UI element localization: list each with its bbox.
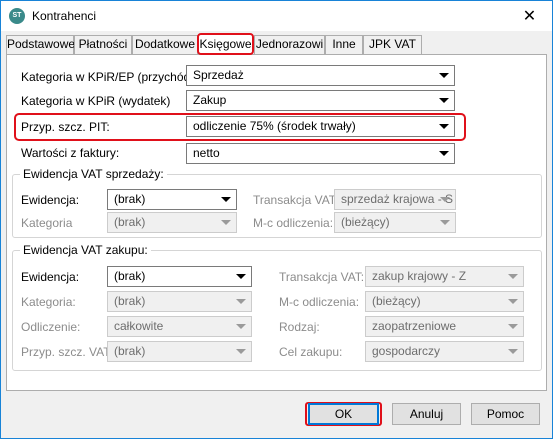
vat-purchase-cel-select[interactable]: gospodarczy <box>365 341 524 362</box>
kpir-revenue-select[interactable]: Sprzedaż <box>186 65 455 86</box>
tab-podstawowe[interactable]: Podstawowe <box>6 35 75 54</box>
kontrahenci-window: ST Kontrahenci ✕ Podstawowe Płatności Do… <box>0 0 553 439</box>
vat-sales-title: Ewidencja VAT sprzedaży: <box>20 167 167 181</box>
chevron-down-icon <box>508 324 518 329</box>
invoice-values-value: netto <box>193 146 220 160</box>
chevron-down-icon <box>221 220 231 225</box>
vat-sales-transakcja-select[interactable]: sprzedaż krajowa - S <box>334 189 456 210</box>
vat-purchase-ewidencja-value: (brak) <box>114 269 146 283</box>
kpir-expense-label: Kategoria w KPiR (wydatek) <box>21 94 171 108</box>
vat-purchase-kategoria-label: Kategoria: <box>21 295 76 309</box>
kpir-expense-select[interactable]: Zakup <box>186 90 455 111</box>
title-bar: ST Kontrahenci ✕ <box>1 1 552 31</box>
vat-purchase-przyp-select[interactable]: (brak) <box>107 341 252 362</box>
vat-purchase-kategoria-select[interactable]: (brak) <box>107 291 252 312</box>
chevron-down-icon <box>440 220 450 225</box>
vat-purchase-ewidencja-label: Ewidencja: <box>21 270 80 284</box>
tab-ksiegowe[interactable]: Księgowe <box>197 33 254 55</box>
vat-purchase-przyp-label: Przyp. szcz. VAT: <box>21 345 113 359</box>
help-button[interactable]: Pomoc <box>471 403 540 425</box>
vat-sales-ewidencja-label: Ewidencja: <box>21 193 80 207</box>
chevron-down-icon <box>508 274 518 279</box>
vat-sales-transakcja-label: Transakcja VAT: <box>253 193 339 207</box>
chevron-down-icon <box>236 299 246 304</box>
chevron-down-icon <box>439 151 449 156</box>
cancel-button[interactable]: Anuluj <box>392 403 461 425</box>
pit-label: Przyp. szcz. PIT: <box>21 120 110 134</box>
vat-purchase-odliczenie-value: całkowite <box>114 319 164 333</box>
pit-select[interactable]: odliczenie 75% (środek trwały) <box>186 116 455 137</box>
chevron-down-icon <box>236 349 246 354</box>
ok-button[interactable]: OK <box>308 403 379 425</box>
vat-purchase-cel-label: Cel zakupu: <box>279 345 343 359</box>
chevron-down-icon <box>439 124 449 129</box>
vat-purchase-title: Ewidencja VAT zakupu: <box>20 243 151 257</box>
tab-jpk-vat[interactable]: JPK VAT <box>363 35 422 54</box>
vat-purchase-rodzaj-value: zaopatrzeniowe <box>372 319 457 333</box>
kpir-revenue-label: Kategoria w KPiR/EP (przychód): <box>21 70 198 84</box>
window-title: Kontrahenci <box>32 9 97 23</box>
vat-sales-kategoria-select[interactable]: (brak) <box>107 212 237 233</box>
vat-sales-ewidencja-value: (brak) <box>114 192 146 206</box>
invoice-values-label: Wartości z faktury: <box>21 146 120 160</box>
vat-purchase-mc-value: (bieżący) <box>372 294 421 308</box>
pit-value: odliczenie 75% (środek trwały) <box>193 119 356 133</box>
vat-purchase-przyp-value: (brak) <box>114 344 146 358</box>
vat-sales-kategoria-label: Kategoria <box>21 216 73 230</box>
app-icon: ST <box>9 8 25 24</box>
chevron-down-icon <box>439 98 449 103</box>
vat-purchase-cel-value: gospodarczy <box>372 344 441 358</box>
tab-dodatkowe[interactable]: Dodatkowe <box>132 35 198 54</box>
vat-purchase-mc-label: M-c odliczenia: <box>279 295 360 309</box>
vat-purchase-mc-select[interactable]: (bieżący) <box>365 291 524 312</box>
chevron-down-icon <box>236 274 246 279</box>
vat-purchase-transakcja-label: Transakcja VAT: <box>279 270 365 284</box>
tab-platnosci[interactable]: Płatności <box>74 35 132 54</box>
kpir-expense-value: Zakup <box>193 93 227 107</box>
ksiegowe-panel: Kategoria w KPiR/EP (przychód): Sprzedaż… <box>6 54 547 391</box>
kpir-revenue-value: Sprzedaż <box>193 68 244 82</box>
chevron-down-icon <box>221 197 231 202</box>
vat-purchase-transakcja-select[interactable]: zakup krajowy - Z <box>365 266 524 287</box>
vat-sales-mc-value: (bieżący) <box>341 215 390 229</box>
tab-jednorazowi[interactable]: Jednorazowi <box>254 35 325 54</box>
vat-purchase-odliczenie-select[interactable]: całkowite <box>107 316 252 337</box>
invoice-values-select[interactable]: netto <box>186 143 455 164</box>
vat-purchase-transakcja-value: zakup krajowy - Z <box>372 269 467 283</box>
close-icon[interactable]: ✕ <box>507 1 552 31</box>
vat-purchase-odliczenie-label: Odliczenie: <box>21 320 81 334</box>
chevron-down-icon <box>508 299 518 304</box>
tab-inne[interactable]: Inne <box>325 35 363 54</box>
vat-sales-mc-label: M-c odliczenia: <box>253 216 334 230</box>
vat-sales-kategoria-value: (brak) <box>114 215 146 229</box>
chevron-down-icon <box>440 197 450 202</box>
vat-sales-transakcja-value: sprzedaż krajowa - S <box>341 192 454 206</box>
vat-purchase-rodzaj-select[interactable]: zaopatrzeniowe <box>365 316 524 337</box>
vat-purchase-kategoria-value: (brak) <box>114 294 146 308</box>
vat-purchase-rodzaj-label: Rodzaj: <box>279 320 320 334</box>
chevron-down-icon <box>508 349 518 354</box>
chevron-down-icon <box>439 73 449 78</box>
vat-sales-ewidencja-select[interactable]: (brak) <box>107 189 237 210</box>
vat-sales-mc-select[interactable]: (bieżący) <box>334 212 456 233</box>
chevron-down-icon <box>236 324 246 329</box>
vat-purchase-ewidencja-select[interactable]: (brak) <box>107 266 252 287</box>
